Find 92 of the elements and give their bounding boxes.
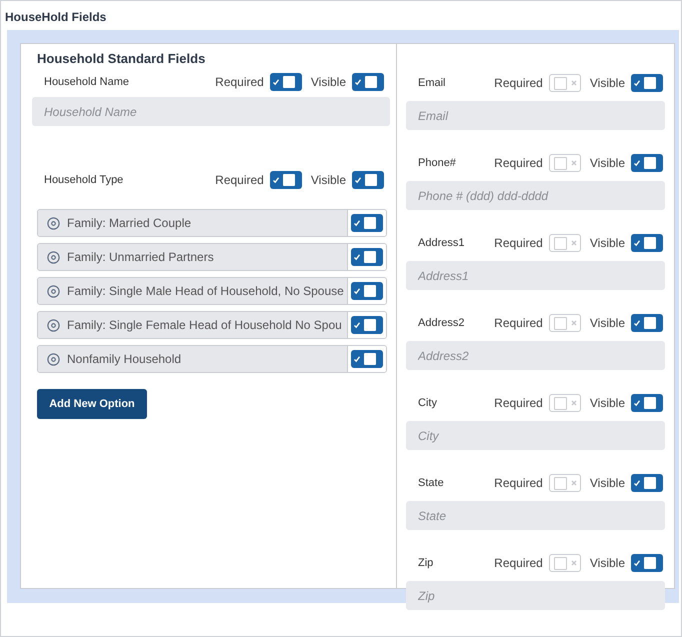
visible-label: Visible — [590, 76, 625, 90]
required-label: Required — [215, 75, 264, 89]
visible-toggle[interactable] — [631, 154, 663, 172]
section-heading: Household Standard Fields — [37, 51, 206, 66]
cross-icon — [570, 319, 578, 327]
required-toggle[interactable] — [548, 394, 581, 412]
field-label: Household Name — [44, 76, 130, 88]
option-label: Nonfamily Household — [67, 352, 182, 366]
visible-toggle[interactable] — [631, 234, 663, 252]
check-icon — [353, 321, 361, 329]
required-toggle[interactable] — [548, 554, 581, 572]
check-icon — [354, 176, 362, 184]
cross-icon — [570, 239, 578, 247]
radio-icon — [47, 284, 60, 298]
check-icon — [633, 319, 641, 327]
option-label: Family: Unmarried Partners — [67, 250, 214, 264]
cross-icon — [570, 159, 578, 167]
page-title: HouseHold Fields — [4, 9, 108, 26]
cross-icon — [570, 479, 578, 487]
option-toggle[interactable] — [351, 316, 383, 334]
visible-label: Visible — [310, 75, 346, 89]
check-icon — [353, 253, 361, 261]
input-field[interactable]: Zip — [406, 581, 665, 610]
check-icon — [633, 159, 641, 167]
visible-label: Visible — [590, 316, 625, 330]
visible-label: Visible — [590, 156, 625, 170]
check-icon — [633, 479, 641, 487]
radio-icon — [47, 250, 60, 264]
visible-label: Visible — [310, 173, 346, 187]
required-label: Required — [494, 156, 543, 170]
check-icon — [633, 239, 641, 247]
option-toggle[interactable] — [351, 248, 383, 266]
visible-label: Visible — [590, 476, 625, 490]
input-field[interactable]: City — [406, 421, 665, 450]
check-icon — [633, 79, 641, 87]
check-icon — [354, 78, 362, 86]
field-label: Address1 — [418, 237, 466, 249]
field-label: Phone# — [418, 157, 457, 169]
field-label: Email — [418, 77, 447, 89]
required-label: Required — [494, 396, 543, 410]
input-field[interactable]: Household Name — [32, 97, 390, 126]
required-label: Required — [494, 76, 543, 90]
field-label: Household Type — [44, 174, 124, 186]
option-toggle[interactable] — [351, 350, 383, 368]
required-toggle[interactable] — [548, 234, 581, 252]
visible-label: Visible — [590, 236, 625, 250]
visible-toggle[interactable] — [631, 554, 663, 572]
required-label: Required — [494, 236, 543, 250]
check-icon — [633, 559, 641, 567]
input-field[interactable]: Phone # (ddd) ddd-dddd — [406, 181, 665, 210]
required-toggle[interactable] — [548, 154, 581, 172]
required-toggle[interactable] — [270, 171, 302, 189]
required-toggle[interactable] — [548, 474, 581, 492]
check-icon — [272, 78, 280, 86]
required-label: Required — [494, 556, 543, 570]
required-label: Required — [215, 173, 264, 187]
option-label: Family: Single Male Head of Household, No Spouse — [67, 284, 344, 298]
cross-icon — [570, 559, 578, 567]
field-label: Zip — [418, 557, 434, 569]
field-label: Address2 — [418, 317, 466, 329]
required-toggle[interactable] — [548, 74, 581, 92]
cross-icon — [570, 79, 578, 87]
visible-toggle[interactable] — [631, 74, 663, 92]
check-icon — [272, 176, 280, 184]
required-toggle[interactable] — [270, 73, 302, 91]
check-icon — [353, 287, 361, 295]
required-label: Required — [494, 316, 543, 330]
cross-icon — [570, 399, 578, 407]
required-label: Required — [494, 476, 543, 490]
check-icon — [353, 355, 361, 363]
visible-toggle[interactable] — [352, 171, 384, 189]
visible-label: Visible — [590, 396, 625, 410]
radio-icon — [47, 216, 60, 230]
visible-toggle[interactable] — [631, 314, 663, 332]
input-field[interactable]: State — [406, 501, 665, 530]
radio-icon — [47, 352, 60, 366]
option-label: Family: Single Female Head of Household No Spou — [67, 318, 342, 332]
radio-icon — [47, 318, 60, 332]
add-option-button[interactable]: Add New Option — [37, 389, 147, 419]
visible-toggle[interactable] — [631, 394, 663, 412]
input-field[interactable]: Email — [406, 101, 665, 130]
visible-toggle[interactable] — [631, 474, 663, 492]
option-toggle[interactable] — [351, 214, 383, 232]
check-icon — [353, 219, 361, 227]
required-toggle[interactable] — [548, 314, 581, 332]
visible-label: Visible — [590, 556, 625, 570]
option-label: Family: Married Couple — [67, 216, 192, 230]
check-icon — [633, 399, 641, 407]
visible-toggle[interactable] — [352, 73, 384, 91]
field-label: City — [418, 397, 438, 409]
option-toggle[interactable] — [351, 282, 383, 300]
field-label: State — [418, 477, 445, 489]
